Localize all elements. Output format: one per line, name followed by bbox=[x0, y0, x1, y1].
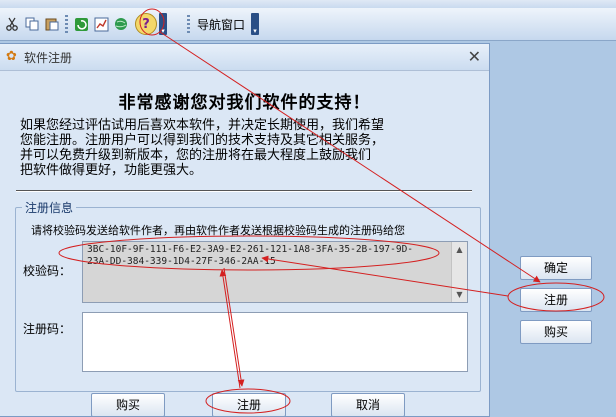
check-code-line: 23A-DD-384-339-1D4-27F-346-2AA-15 bbox=[87, 256, 276, 267]
menu-bar bbox=[0, 0, 616, 8]
cut-icon[interactable] bbox=[4, 16, 20, 32]
cancel-button[interactable]: 取消 bbox=[331, 393, 405, 417]
paste-icon[interactable] bbox=[44, 16, 60, 32]
check-code-field[interactable]: 3BC-10F-9F-111-F6-E2-3A9-E2-261-121-1A8-… bbox=[82, 241, 468, 303]
group-label: 注册信息 bbox=[22, 199, 77, 216]
toolbar-group-nav: 导航窗口 ▾ bbox=[184, 12, 260, 36]
reg-code-label: 注册码： bbox=[23, 322, 72, 336]
copy-icon[interactable] bbox=[24, 16, 40, 32]
scroll-up-icon[interactable]: ▲ bbox=[452, 242, 467, 257]
help-icon[interactable]: ? bbox=[135, 13, 157, 35]
check-code-scrollbar[interactable]: ▲ ▼ bbox=[451, 242, 467, 302]
toolbar-separator bbox=[65, 15, 68, 33]
intro-line: 您能注册。注册用户可以得到我们的技术支持及其它相关服务， bbox=[20, 133, 385, 148]
toolbar-overflow-chevron-icon[interactable]: ▾ bbox=[159, 13, 167, 35]
side-buy-button[interactable]: 购买 bbox=[520, 320, 592, 344]
instruction-text: 请将校验码发送给软件作者，再由软件作者发送根据校验码生成的注册码给您 bbox=[31, 224, 405, 237]
scroll-down-icon[interactable]: ▼ bbox=[452, 287, 467, 302]
reg-code-field[interactable] bbox=[82, 312, 468, 372]
divider bbox=[16, 190, 472, 192]
refresh-icon[interactable] bbox=[73, 16, 89, 32]
nav-window-chevron-icon[interactable]: ▾ bbox=[251, 13, 260, 35]
toolbar-separator bbox=[187, 15, 190, 33]
dialog-title: 软件注册 bbox=[24, 51, 73, 65]
globe-icon[interactable] bbox=[113, 16, 129, 32]
check-code-line: 3BC-10F-9F-111-F6-E2-3A9-E2-261-121-1A8-… bbox=[87, 244, 414, 255]
toolbar-group-main: ? ▾ bbox=[2, 12, 167, 36]
register-button[interactable]: 注册 bbox=[212, 393, 286, 417]
side-register-button[interactable]: 注册 bbox=[520, 288, 592, 312]
registration-dialog: ✿ 软件注册 ✕ 非常感谢您对我们软件的支持！ 如果您经过评估试用后喜欢本软件，… bbox=[0, 43, 490, 417]
buy-button[interactable]: 购买 bbox=[91, 393, 165, 417]
dialog-headline: 非常感谢您对我们软件的支持！ bbox=[118, 93, 371, 113]
intro-line: 把软件做得更好，功能更强大。 bbox=[20, 163, 203, 178]
close-icon[interactable]: ✕ bbox=[468, 47, 481, 66]
intro-text: 如果您经过评估试用后喜欢本软件，并决定长期使用，我们希望 您能注册。注册用户可以… bbox=[20, 118, 460, 178]
confirm-button[interactable]: 确定 bbox=[520, 256, 592, 280]
intro-line: 如果您经过评估试用后喜欢本软件，并决定长期使用，我们希望 bbox=[20, 118, 385, 133]
dialog-titlebar[interactable]: ✿ 软件注册 ✕ bbox=[0, 44, 489, 71]
toolbar: ? ▾ 导航窗口 ▾ bbox=[0, 8, 616, 41]
app-logo-icon: ✿ bbox=[6, 49, 17, 64]
nav-window-button[interactable]: 导航窗口 bbox=[197, 16, 245, 33]
intro-line: 并可以免费升级到新版本，您的注册将在最大程度上鼓励我们 bbox=[20, 148, 372, 163]
check-code-label: 校验码： bbox=[23, 264, 72, 278]
chart-icon[interactable] bbox=[93, 16, 109, 32]
